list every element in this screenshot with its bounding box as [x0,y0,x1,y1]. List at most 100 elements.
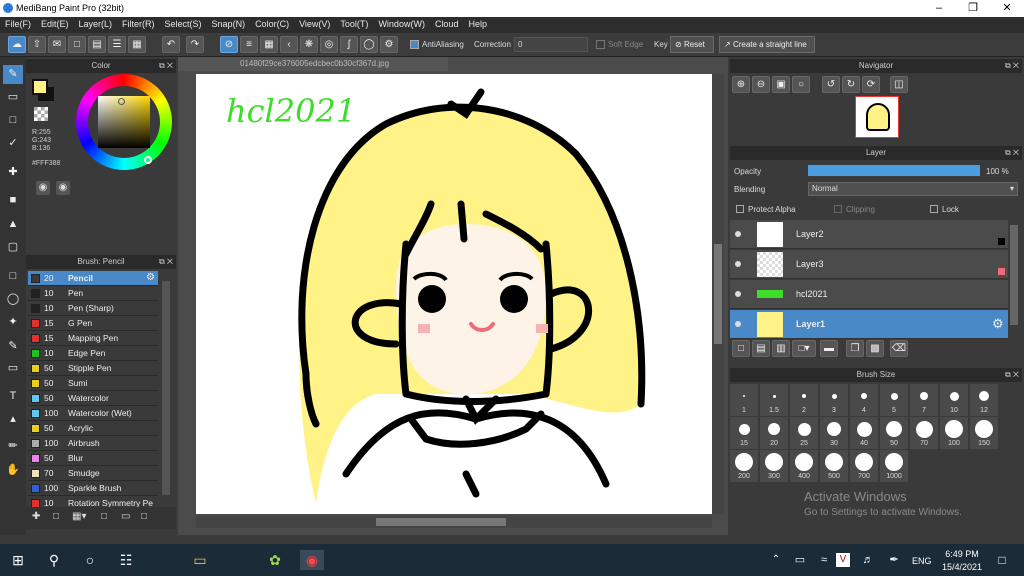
circle-snap-icon[interactable]: ◎ [320,36,338,53]
zoom-in-icon[interactable]: ⊕ [732,76,750,93]
perspective-snap-icon[interactable]: ‹ [280,36,298,53]
grid-snap-icon[interactable]: ▦ [260,36,278,53]
vertical-scroll-thumb[interactable] [714,244,722,344]
brush-item[interactable]: 15 G Pen [28,316,158,331]
trash-icon[interactable]: □ [101,511,107,522]
new-halftone-layer-icon[interactable]: ▤ [752,340,770,357]
color-cursor[interactable] [118,98,125,105]
horizontal-scroll-thumb[interactable] [376,518,506,526]
panel-close-icon[interactable]: ⧉ ✕ [1005,368,1019,382]
brush-size-option[interactable]: 3 [820,384,848,416]
hue-wheel[interactable] [76,74,172,170]
add-layer-menu-icon[interactable]: □▾ [792,340,816,357]
brush-size-option[interactable]: 700 [850,450,878,482]
brush-size-option[interactable]: 40 [850,417,878,449]
snap-off-icon[interactable]: ⊘ [220,36,238,53]
curve-snap-icon[interactable]: ∫ [340,36,358,53]
hue-cursor[interactable] [144,156,152,164]
task-view-icon[interactable]: ☷ [116,550,136,570]
brush-item[interactable]: 100 Watercolor (Wet) [28,406,158,421]
brush-size-option[interactable]: 70 [910,417,938,449]
new-layer-icon[interactable]: □ [732,340,750,357]
divide-tool-icon[interactable]: ▴ [3,410,23,429]
pen-icon[interactable]: ✒ [884,550,904,570]
folder-icon[interactable]: ▬ [820,340,838,357]
language-indicator[interactable]: ENG [912,556,932,566]
brush-size-option[interactable]: 1.5 [760,384,788,416]
antialias-checkbox[interactable] [410,40,419,49]
text-tool-icon[interactable]: T [3,387,23,406]
gear-icon[interactable]: ⚙ [992,316,1004,332]
antivirus-icon[interactable]: V [836,553,850,567]
reset-button[interactable]: ⊘ Reset [670,36,714,53]
battery-icon[interactable]: ▭ [790,550,810,570]
menu-color[interactable]: Color(C) [250,17,294,29]
brush-size-option[interactable]: 400 [790,450,818,482]
magic-wand-icon[interactable]: ✦ [3,313,23,332]
document-icon[interactable]: ▤ [88,36,106,53]
copy-icon[interactable]: □ [141,511,147,522]
move-tool-icon[interactable]: ✚ [3,163,23,182]
visibility-icon[interactable] [735,231,741,237]
opacity-slider[interactable] [808,165,980,176]
parallel-snap-icon[interactable]: ≡ [240,36,258,53]
wifi-icon[interactable]: ≈ [814,550,834,570]
menu-window[interactable]: Window(W) [373,17,430,29]
brush-item[interactable]: 50 Stipple Pen [28,361,158,376]
foreground-color-swatch[interactable] [32,79,48,95]
visibility-icon[interactable] [735,321,741,327]
menu-cloud[interactable]: Cloud [430,17,464,29]
file-explorer-icon[interactable]: ▭ [190,550,210,570]
flip-icon[interactable]: ◫ [890,76,908,93]
brush-item[interactable]: 15 Mapping Pen [28,331,158,346]
fit-icon[interactable]: ▣ [772,76,790,93]
blending-select[interactable]: Normal ▾ [808,182,1018,196]
panel-close-icon[interactable]: ⧉ ✕ [159,255,173,269]
select-pen-icon[interactable]: ✎ [3,337,23,356]
actual-size-icon[interactable]: ○ [792,76,810,93]
zoom-out-icon[interactable]: ⊖ [752,76,770,93]
soft-edge-checkbox[interactable] [596,40,605,49]
visibility-icon[interactable] [735,261,741,267]
menu-layer[interactable]: Layer(L) [74,17,118,29]
rotate-right-icon[interactable]: ↻ [842,76,860,93]
shape-tool-icon[interactable]: ■ [3,191,23,210]
horizontal-scrollbar[interactable] [196,516,712,528]
brush-item[interactable]: 100 Airbrush [28,436,158,451]
duplicate-layer-icon[interactable]: ❐ [846,340,864,357]
brush-item[interactable]: 10 Edge Pen [28,346,158,361]
clipping-checkbox[interactable] [834,205,842,213]
brush-size-option[interactable]: 5 [880,384,908,416]
undo-icon[interactable]: ↶ [162,36,180,53]
chevron-up-icon[interactable]: ⌃ [766,550,786,570]
brush-size-option[interactable]: 20 [760,417,788,449]
brush-size-option[interactable]: 30 [820,417,848,449]
vertical-scrollbar[interactable] [712,74,724,514]
brush-size-option[interactable]: 50 [880,417,908,449]
clock-date[interactable]: 15/4/2021 [940,562,984,572]
layer-list-scrollbar[interactable] [1010,225,1018,325]
brush-size-option[interactable]: 2 [790,384,818,416]
brush-size-option[interactable]: 15 [730,417,758,449]
comment-icon[interactable]: ✉ [48,36,66,53]
brush-item[interactable]: 10 Pen [28,286,158,301]
share-icon[interactable]: ⇧ [28,36,46,53]
rotate-left-icon[interactable]: ↺ [822,76,840,93]
brush-size-option[interactable]: 10 [940,384,968,416]
correction-select[interactable]: 0 [514,37,588,52]
brush-item[interactable]: 50 Acrylic [28,421,158,436]
menu-help[interactable]: Help [463,17,492,29]
menu-snap[interactable]: Snap(N) [207,17,251,29]
navigator-thumbnail[interactable] [855,96,899,138]
brush-size-option[interactable]: 150 [970,417,998,449]
eyedropper-icon[interactable]: ✏ [3,437,23,456]
brush-size-option[interactable]: 12 [970,384,998,416]
layer-row-layer1[interactable]: Layer1 ⚙ [730,310,1008,339]
notification-icon[interactable]: □ [992,550,1012,570]
brush-item[interactable]: 20 Pencil ⚙ [28,271,158,286]
volume-icon[interactable]: ♬ [858,550,878,570]
brush-size-option[interactable]: 4 [850,384,878,416]
transparent-swatch[interactable] [34,107,48,121]
eraser-tool-icon[interactable]: ▭ [3,88,23,107]
brush-size-option[interactable]: 1 [730,384,758,416]
